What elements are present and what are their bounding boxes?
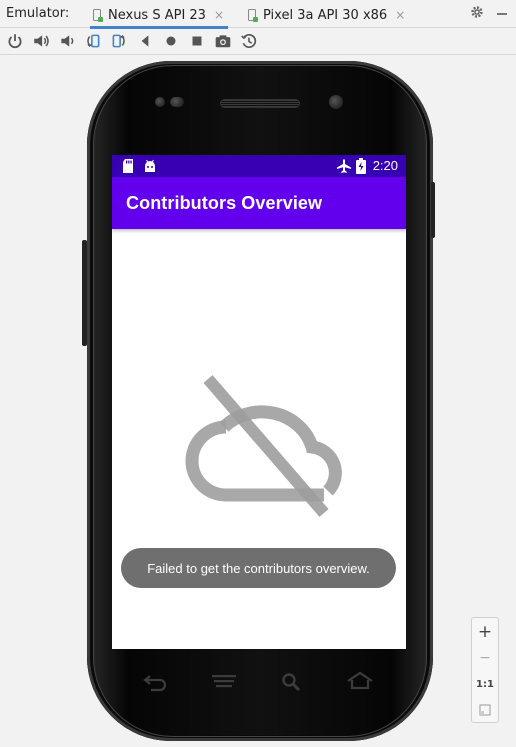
emulator-toolbar xyxy=(0,29,516,55)
android-status-bar: 2:20 xyxy=(112,155,406,177)
toast-message: Failed to get the contributors overview. xyxy=(121,548,396,588)
tab-label: Pixel 3a API 30 x86 xyxy=(263,7,388,23)
rotate-right-icon[interactable] xyxy=(110,32,128,50)
light-sensor xyxy=(170,97,184,107)
tab-label: Nexus S API 23 xyxy=(108,7,206,23)
cloud-off-icon xyxy=(185,375,342,517)
app-title: Contributors Overview xyxy=(126,193,323,213)
emulator-label: Emulator: xyxy=(6,6,70,21)
power-icon[interactable] xyxy=(6,32,24,50)
device-icon xyxy=(247,8,258,22)
battery-charging-icon xyxy=(356,158,366,174)
back-icon[interactable] xyxy=(136,32,154,50)
hardware-search-icon[interactable] xyxy=(281,672,303,692)
volume-rocker xyxy=(82,240,87,346)
gear-icon[interactable] xyxy=(470,5,484,19)
sd-card-icon xyxy=(123,159,133,173)
rotate-left-icon[interactable] xyxy=(84,32,102,50)
volume-up-icon[interactable] xyxy=(32,32,50,50)
power-side-button xyxy=(431,182,435,238)
close-icon[interactable]: × xyxy=(214,8,224,22)
zoom-controls: + − 1:1 xyxy=(471,617,499,723)
airplane-mode-icon xyxy=(337,159,351,173)
android-icon xyxy=(145,159,155,172)
actual-size-button[interactable]: 1:1 xyxy=(472,673,498,695)
earpiece-speaker xyxy=(220,99,300,108)
tab-pixel-3a-api-30-x86[interactable]: Pixel 3a API 30 x86 × xyxy=(247,2,405,28)
zoom-out-button[interactable]: − xyxy=(472,647,498,669)
volume-down-icon[interactable] xyxy=(58,32,76,50)
device-icon xyxy=(92,8,103,22)
home-icon[interactable] xyxy=(162,32,180,50)
tab-nexus-s-api-23[interactable]: Nexus S API 23 × xyxy=(89,2,229,29)
close-icon[interactable]: × xyxy=(395,8,405,22)
hardware-menu-icon[interactable] xyxy=(211,673,237,691)
front-camera xyxy=(329,95,343,109)
screenshot-icon[interactable] xyxy=(214,32,232,50)
snapshot-icon[interactable] xyxy=(240,32,258,50)
device-screen[interactable]: 2:20 Contributors Overview Failed to get… xyxy=(112,155,406,649)
minimize-icon[interactable] xyxy=(497,13,507,15)
overview-icon[interactable] xyxy=(188,32,206,50)
status-time: 2:20 xyxy=(372,158,398,173)
emulator-tab-bar: Emulator: Nexus S API 23 × Pixel 3a API … xyxy=(0,0,516,29)
zoom-in-button[interactable]: + xyxy=(472,621,498,643)
fit-screen-icon[interactable] xyxy=(472,699,498,721)
proximity-sensor xyxy=(155,97,165,107)
app-bar: Contributors Overview xyxy=(112,177,406,229)
hardware-back-icon[interactable] xyxy=(142,672,168,692)
hardware-home-icon[interactable] xyxy=(346,671,374,691)
